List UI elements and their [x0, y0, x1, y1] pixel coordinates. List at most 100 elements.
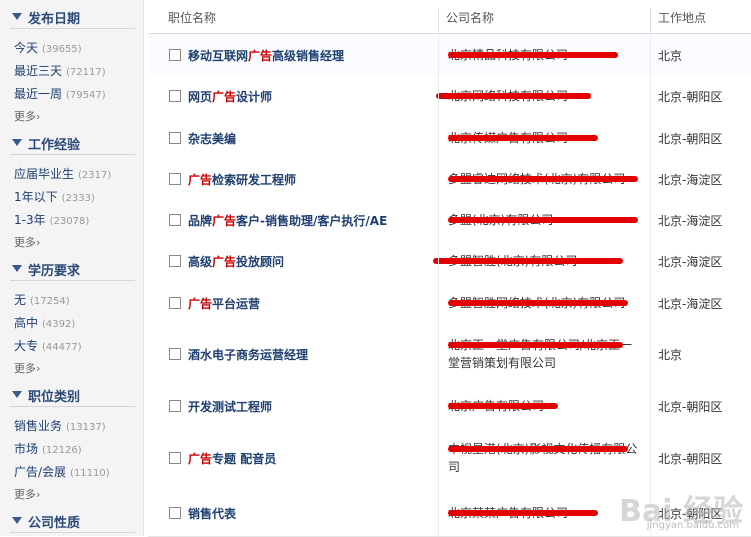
job-title-link[interactable]: 广告检索研发工程师 [188, 171, 296, 188]
filter-option-label[interactable]: 应届毕业生 [14, 167, 74, 181]
filter-option[interactable]: 1-3年 (23078) [14, 211, 89, 228]
job-title-keyword[interactable]: 广告 [188, 452, 212, 466]
filter-option-label[interactable]: 最近一周 [14, 87, 62, 101]
table-row[interactable]: 移动互联网广告高级销售经理北京精品科技有限公司北京 [148, 34, 751, 76]
row-checkbox[interactable] [169, 400, 181, 412]
filter-option[interactable]: 市场 (12126) [14, 440, 82, 457]
row-checkbox[interactable] [169, 507, 181, 519]
filter-option[interactable]: 销售业务 (13137) [14, 417, 106, 434]
job-title-part[interactable]: 移动互联网 [188, 49, 248, 63]
chevron-right-icon[interactable]: › [36, 236, 40, 249]
filter-section-header[interactable]: 职位类别 [10, 384, 135, 407]
filter-section-header[interactable]: 工作经验 [10, 132, 135, 155]
more-link-label[interactable]: 更多 [14, 488, 36, 501]
filter-option-label[interactable]: 无 [14, 293, 26, 307]
filter-option-label[interactable]: 销售业务 [14, 419, 62, 433]
job-title-link[interactable]: 酒水电子商务运营经理 [188, 346, 308, 363]
row-checkbox[interactable] [169, 348, 181, 360]
more-link[interactable]: 更多› [14, 108, 40, 124]
row-checkbox[interactable] [169, 214, 181, 226]
filter-option-label[interactable]: 大专 [14, 339, 38, 353]
filter-option[interactable]: 高中 (4392) [14, 314, 75, 331]
table-row[interactable]: 杂志美编北京传媒广告有限公司北京-朝阳区 [148, 117, 751, 159]
filter-option-label[interactable]: 1年以下 [14, 190, 58, 204]
job-title-link[interactable]: 开发测试工程师 [188, 398, 272, 415]
job-title-part[interactable]: 品牌 [188, 214, 212, 228]
filter-section-header[interactable]: 发布日期 [10, 6, 135, 29]
filter-section-header[interactable]: 学历要求 [10, 258, 135, 281]
job-title-part[interactable]: 杂志美编 [188, 132, 236, 146]
job-title-part[interactable]: 高级销售经理 [272, 49, 344, 63]
job-title-link[interactable]: 移动互联网广告高级销售经理 [188, 47, 344, 64]
filter-option[interactable]: 无 (17254) [14, 291, 70, 308]
job-title-link[interactable]: 广告专题 配音员 [188, 450, 276, 467]
collapse-triangle-icon[interactable] [12, 517, 22, 524]
table-row[interactable]: 网页广告设计师北京网络科技有限公司北京-朝阳区 [148, 75, 751, 118]
more-link-label[interactable]: 更多 [14, 236, 36, 249]
job-title-part[interactable]: 设计师 [236, 90, 272, 104]
row-checkbox[interactable] [169, 90, 181, 102]
row-checkbox[interactable] [169, 49, 181, 61]
job-title-keyword[interactable]: 广告 [212, 90, 236, 104]
chevron-right-icon[interactable]: › [36, 110, 40, 123]
job-title-part[interactable]: 高级 [188, 255, 212, 269]
job-title-part[interactable]: 平台运营 [212, 297, 260, 311]
more-link-label[interactable]: 更多 [14, 362, 36, 375]
job-title-part[interactable]: 酒水电子商务运营经理 [188, 348, 308, 362]
more-link-label[interactable]: 更多 [14, 110, 36, 123]
job-title-part[interactable]: 网页 [188, 90, 212, 104]
job-title-part[interactable]: 检索研发工程师 [212, 173, 296, 187]
more-link[interactable]: 更多› [14, 486, 40, 502]
job-title-part[interactable]: 投放顾问 [236, 255, 284, 269]
filter-option[interactable]: 今天 (39655) [14, 39, 82, 56]
more-link[interactable]: 更多› [14, 360, 40, 376]
table-row[interactable]: 广告检索研发工程师多盟睿达网络技术(北京)有限公司北京-海淀区 [148, 158, 751, 200]
job-title-link[interactable]: 杂志美编 [188, 130, 236, 147]
filter-option-label[interactable]: 1-3年 [14, 213, 46, 227]
filter-option[interactable]: 大专 (44477) [14, 337, 82, 354]
filter-section-header[interactable]: 公司性质 [10, 510, 135, 533]
collapse-triangle-icon[interactable] [12, 391, 22, 398]
collapse-triangle-icon[interactable] [12, 265, 22, 272]
collapse-triangle-icon[interactable] [12, 139, 22, 146]
job-title-keyword[interactable]: 广告 [248, 49, 272, 63]
filter-option-label[interactable]: 最近三天 [14, 64, 62, 78]
table-row[interactable]: 高级广告投放顾问多盟智胜(北京)有限公司北京-海淀区 [148, 240, 751, 283]
filter-option-label[interactable]: 广告/会展 [14, 465, 66, 479]
table-row[interactable]: 开发测试工程师北京广告有限公司北京-朝阳区 [148, 385, 751, 428]
job-title-keyword[interactable]: 广告 [212, 214, 236, 228]
job-title-part[interactable]: 专题 配音员 [212, 452, 276, 466]
job-title-link[interactable]: 高级广告投放顾问 [188, 253, 284, 270]
job-title-part[interactable]: 客户-销售助理/客户执行/AE [236, 214, 387, 228]
filter-option[interactable]: 广告/会展 (11110) [14, 463, 110, 480]
filter-option[interactable]: 应届毕业生 (2317) [14, 165, 111, 182]
more-link[interactable]: 更多› [14, 234, 40, 250]
row-checkbox[interactable] [169, 132, 181, 144]
table-row[interactable]: 品牌广告客户-销售助理/客户执行/AE多盟(北京)有限公司北京-海淀区 [148, 199, 751, 241]
job-title-link[interactable]: 品牌广告客户-销售助理/客户执行/AE [188, 212, 387, 229]
row-checkbox[interactable] [169, 452, 181, 464]
chevron-right-icon[interactable]: › [36, 488, 40, 501]
row-checkbox[interactable] [169, 173, 181, 185]
table-row[interactable]: 广告专题 配音员中视星港(北京)影视文化传播有限公司北京-朝阳区 [148, 427, 751, 490]
job-title-keyword[interactable]: 广告 [188, 173, 212, 187]
filter-option-label[interactable]: 市场 [14, 442, 38, 456]
job-title-link[interactable]: 网页广告设计师 [188, 88, 272, 105]
job-title-link[interactable]: 销售代表 [188, 505, 236, 522]
table-row[interactable]: 酒水电子商务运营经理北京正一堂广告有限公司/北京正一堂营销策划有限公司北京 [148, 323, 751, 386]
filter-option-label[interactable]: 高中 [14, 316, 38, 330]
filter-option[interactable]: 最近三天 (72117) [14, 62, 106, 79]
job-title-part[interactable]: 销售代表 [188, 507, 236, 521]
job-title-keyword[interactable]: 广告 [188, 297, 212, 311]
collapse-triangle-icon[interactable] [12, 13, 22, 20]
filter-option[interactable]: 最近一周 (79547) [14, 85, 106, 102]
row-checkbox[interactable] [169, 255, 181, 267]
chevron-right-icon[interactable]: › [36, 362, 40, 375]
row-checkbox[interactable] [169, 297, 181, 309]
filter-option-label[interactable]: 今天 [14, 41, 38, 55]
job-title-part[interactable]: 开发测试工程师 [188, 400, 272, 414]
job-title-keyword[interactable]: 广告 [212, 255, 236, 269]
table-row[interactable]: 广告平台运营多盟智胜网络技术(北京)有限公司北京-海淀区 [148, 282, 751, 324]
job-title-link[interactable]: 广告平台运营 [188, 295, 260, 312]
filter-option[interactable]: 1年以下 (2333) [14, 188, 95, 205]
